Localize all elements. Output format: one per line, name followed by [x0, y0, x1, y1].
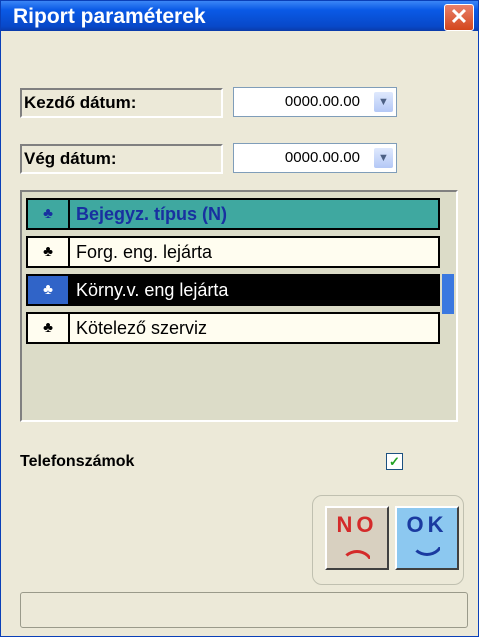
no-button[interactable]: NO [325, 506, 389, 570]
action-button-group: NO OK [312, 495, 464, 585]
chevron-down-icon[interactable]: ▼ [374, 148, 393, 168]
end-date-label: Vég dátum: [20, 144, 223, 174]
ok-button-label: OK [406, 512, 448, 537]
grid-header-row[interactable]: ♣ Bejegyz. típus (N) [26, 198, 440, 230]
row-label: Kötelező szerviz [76, 318, 208, 338]
end-date-value: 0000.00.00 [284, 149, 360, 166]
start-date-label: Kezdő dátum: [20, 88, 223, 118]
no-button-label: NO [336, 512, 378, 537]
smile-icon [411, 542, 443, 556]
title-bar: Riport paraméterek ✕ [1, 1, 478, 31]
club-icon: ♣ [28, 200, 70, 228]
grid-scrollbar[interactable] [442, 194, 454, 418]
club-icon: ♣ [28, 238, 70, 266]
window-title: Riport paraméterek [13, 5, 206, 28]
scroll-thumb[interactable] [442, 274, 454, 314]
check-icon: ✓ [389, 454, 400, 469]
phone-numbers-checkbox[interactable]: ✓ [386, 453, 403, 470]
chevron-down-icon[interactable]: ▼ [374, 92, 393, 112]
frown-icon [341, 550, 373, 564]
entry-type-grid[interactable]: ♣ Bejegyz. típus (N) ♣ Forg. eng. lejárt… [20, 190, 458, 422]
row-label: Körny.v. eng lejárta [76, 280, 229, 300]
row-label: Forg. eng. lejárta [76, 242, 213, 262]
club-icon: ♣ [28, 276, 70, 304]
close-icon: ✕ [449, 4, 469, 29]
table-row-selected[interactable]: ♣ Körny.v. eng lejárta [26, 274, 440, 306]
end-date-picker[interactable]: 0000.00.00 ▼ [233, 143, 397, 173]
status-bar [20, 592, 468, 628]
club-icon: ♣ [28, 314, 70, 342]
grid-header-label: Bejegyz. típus (N) [76, 204, 228, 224]
table-row[interactable]: ♣ Forg. eng. lejárta [26, 236, 440, 268]
start-date-picker[interactable]: 0000.00.00 ▼ [233, 87, 397, 117]
start-date-value: 0000.00.00 [284, 93, 360, 110]
phone-numbers-label: Telefonszámok [20, 453, 135, 470]
report-parameters-window: Riport paraméterek ✕ Kezdő dátum: 0000.0… [0, 0, 479, 637]
ok-button[interactable]: OK [395, 506, 459, 570]
table-row[interactable]: ♣ Kötelező szerviz [26, 312, 440, 344]
close-button[interactable]: ✕ [444, 4, 474, 31]
